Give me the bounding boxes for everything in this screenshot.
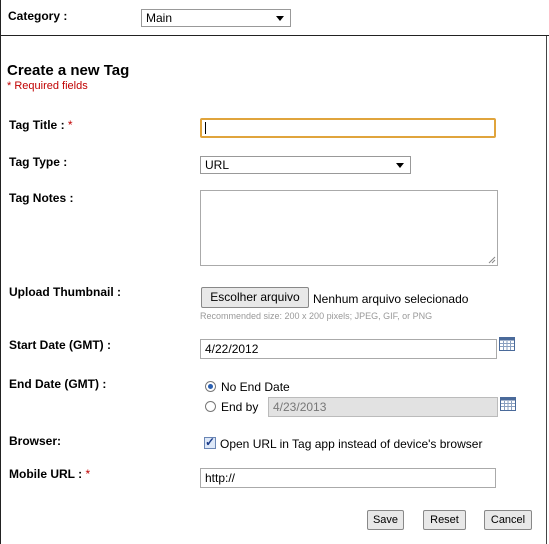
mobile-url-value: http://: [205, 471, 236, 485]
end-date-value: 4/23/2013: [273, 400, 327, 414]
reset-button[interactable]: Reset: [423, 510, 466, 530]
category-label: Category :: [8, 9, 68, 23]
no-end-date-label: No End Date: [221, 380, 290, 394]
end-date-input[interactable]: 4/23/2013: [268, 397, 498, 417]
tag-notes-label: Tag Notes :: [9, 191, 74, 205]
category-bar: Category : Main: [0, 0, 549, 35]
end-date-label: End Date (GMT) :: [9, 377, 107, 391]
required-mark: *: [67, 118, 73, 132]
mobile-url-input[interactable]: http://: [200, 468, 496, 488]
calendar-icon[interactable]: [500, 397, 516, 411]
text-caret: [205, 122, 206, 134]
end-by-label: End by: [221, 400, 259, 414]
file-status: Nenhum arquivo selecionado: [313, 292, 469, 306]
upload-hint: Recommended size: 200 x 200 pixels; JPEG…: [200, 311, 433, 321]
tag-notes-textarea[interactable]: [200, 190, 498, 266]
left-border: [0, 0, 1, 544]
page-title: Create a new Tag: [7, 62, 130, 79]
cancel-button[interactable]: Cancel: [484, 510, 532, 530]
required-note: * Required fields: [7, 80, 88, 92]
save-button[interactable]: Save: [367, 510, 404, 530]
chevron-down-icon: [276, 16, 284, 21]
category-select-value: Main: [146, 11, 173, 25]
category-select[interactable]: Main: [141, 9, 291, 27]
choose-file-button[interactable]: Escolher arquivo: [201, 287, 309, 308]
open-in-app-label: Open URL in Tag app instead of device's …: [220, 437, 483, 451]
browser-label: Browser:: [9, 434, 62, 448]
mobile-url-label: Mobile URL : *: [9, 467, 90, 481]
start-date-input[interactable]: 4/22/2012: [200, 339, 497, 359]
chevron-down-icon: [396, 163, 404, 168]
start-date-value: 4/22/2012: [205, 342, 259, 356]
mobile-url-label-text: Mobile URL :: [9, 467, 83, 481]
tag-title-input[interactable]: [200, 118, 496, 138]
upload-thumbnail-label: Upload Thumbnail :: [9, 285, 121, 299]
tag-type-value: URL: [205, 158, 230, 172]
resize-grip-icon[interactable]: [488, 256, 496, 264]
divider: [0, 35, 549, 36]
end-by-radio[interactable]: [205, 401, 216, 412]
tag-type-select[interactable]: URL: [200, 156, 411, 174]
right-border: [546, 36, 547, 544]
tag-type-label: Tag Type :: [9, 155, 68, 169]
required-mark: *: [85, 467, 91, 481]
no-end-date-radio[interactable]: [205, 381, 216, 392]
open-in-app-checkbox[interactable]: [204, 435, 216, 449]
start-date-label: Start Date (GMT) :: [9, 338, 111, 352]
tag-title-label: Tag Title : *: [9, 118, 73, 132]
calendar-icon[interactable]: [499, 337, 515, 351]
tag-title-label-text: Tag Title :: [9, 118, 65, 132]
